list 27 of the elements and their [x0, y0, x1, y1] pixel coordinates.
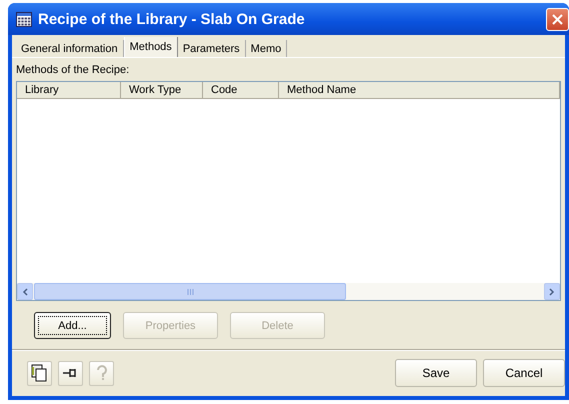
help-icon [96, 365, 108, 381]
window-title: Recipe of the Library - Slab On Grade [38, 10, 305, 28]
column-header[interactable]: Method Name [279, 82, 560, 98]
scroll-thumb[interactable] [34, 283, 346, 300]
tab[interactable]: Parameters [178, 40, 246, 57]
tool-button[interactable] [58, 360, 83, 386]
tab[interactable]: Memo [246, 40, 288, 57]
dialog-button[interactable]: Save [395, 359, 477, 387]
dialog-button[interactable]: Cancel [483, 359, 565, 387]
column-header[interactable]: Library [17, 82, 121, 98]
tool-button[interactable] [27, 360, 52, 386]
scroll-left-button[interactable] [17, 283, 33, 300]
close-icon [552, 14, 563, 24]
calculator-icon [16, 12, 32, 26]
pages-icon [31, 364, 48, 382]
close-button[interactable] [546, 8, 569, 30]
column-header[interactable]: Code [203, 82, 279, 98]
scroll-right-button[interactable] [544, 283, 560, 300]
section-label: Methods of the Recipe: [15, 63, 130, 78]
left-chevron-icon [22, 288, 28, 296]
list-button[interactable]: Add... [34, 312, 111, 339]
pin-icon [62, 367, 79, 379]
grip-icon [186, 288, 194, 294]
tab[interactable]: Methods [124, 37, 178, 57]
column-header[interactable]: Work Type [121, 82, 203, 98]
right-chevron-icon [549, 288, 555, 296]
horizontal-scrollbar[interactable] [17, 283, 560, 300]
